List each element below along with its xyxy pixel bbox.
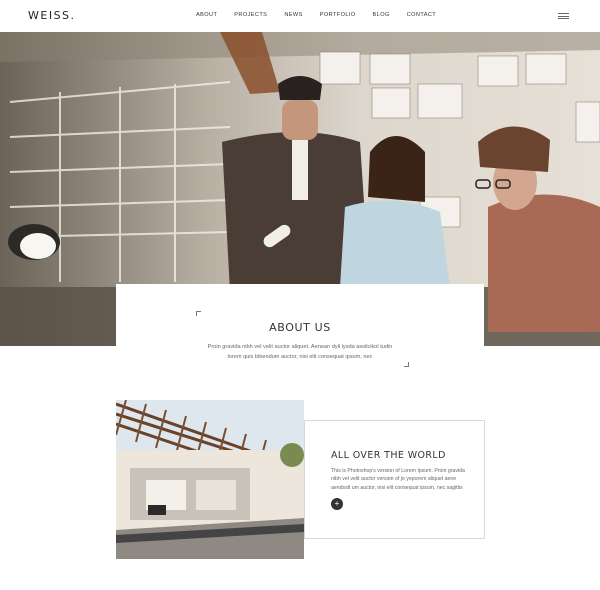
site-header: WEISS. ABOUT PROJECTS NEWS PORTFOLIO BLO… (0, 0, 600, 32)
feature-title: ALL OVER THE WORLD (331, 450, 446, 461)
nav-projects[interactable]: PROJECTS (234, 12, 267, 18)
hamburger-menu-icon[interactable] (558, 13, 569, 20)
nav-news[interactable]: NEWS (284, 12, 302, 18)
site-logo[interactable]: WEISS. (28, 9, 76, 22)
feature-content-box: ALL OVER THE WORLD This is Photoshop's v… (304, 420, 485, 539)
nav-contact[interactable]: CONTACT (407, 12, 436, 18)
about-us-card: ABOUT US Proin gravida nibh vel velit au… (116, 284, 484, 380)
corner-decoration-top-left (196, 311, 201, 316)
house-photo-illustration (116, 400, 304, 559)
main-nav: ABOUT PROJECTS NEWS PORTFOLIO BLOG CONTA… (196, 12, 453, 18)
about-title: ABOUT US (269, 321, 331, 334)
about-text: Proin gravida nibh vel velit auctor aliq… (207, 344, 393, 360)
plus-icon[interactable]: + (331, 498, 343, 510)
nav-about[interactable]: ABOUT (196, 12, 217, 18)
feature-text: This is Photoshop's version of Lorem Ips… (331, 468, 465, 491)
nav-portfolio[interactable]: PORTFOLIO (320, 12, 356, 18)
feature-image (116, 400, 304, 559)
nav-blog[interactable]: BLOG (373, 12, 390, 18)
corner-decoration-bottom-right (404, 362, 409, 367)
